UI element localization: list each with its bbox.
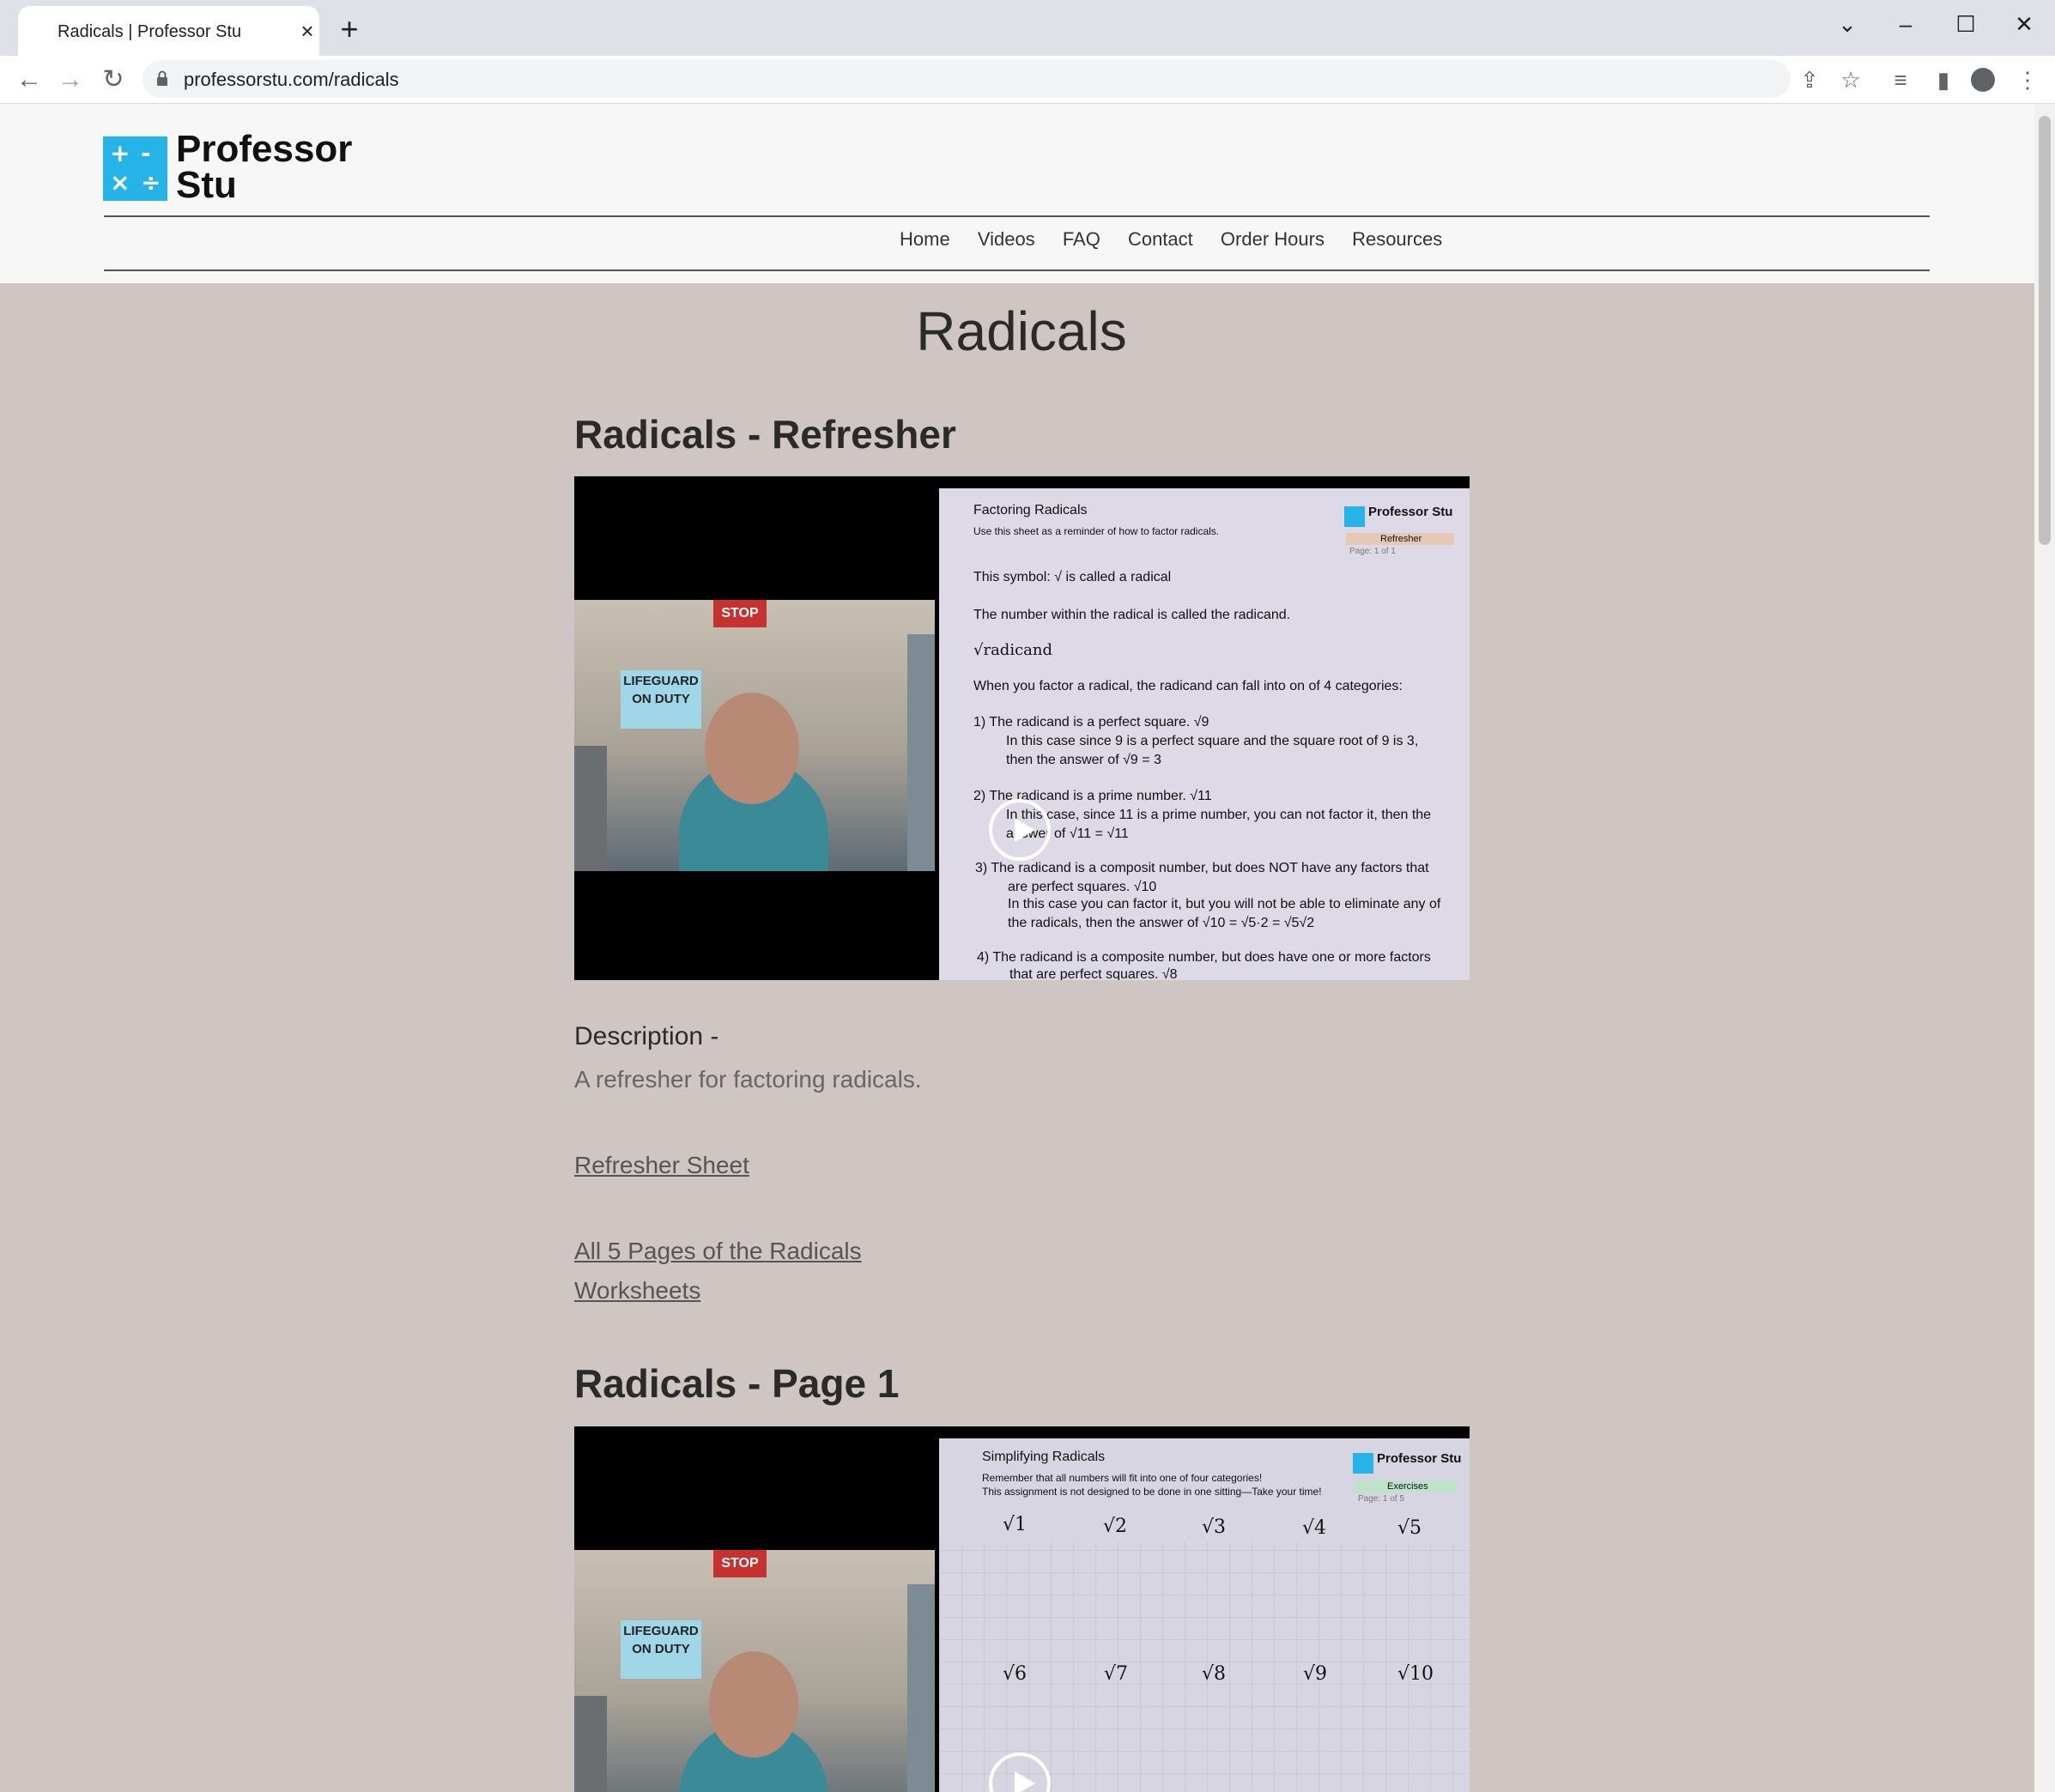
url-text: professorstu.com/radicals: [184, 69, 399, 90]
page-title: Radicals: [916, 300, 1127, 362]
browser-toolbar: ← → ↻ professorstu.com/radicals ⇪ ☆ ≡ ▮ …: [0, 56, 2055, 104]
page-scrollbar[interactable]: [2034, 104, 2055, 1792]
description-label: Description -: [574, 1022, 719, 1050]
tab-title: Radicals | Professor Stu: [58, 22, 242, 41]
share-icon[interactable]: ⇪: [1792, 63, 1827, 97]
tab-close-icon[interactable]: ×: [294, 18, 320, 44]
new-tab-icon[interactable]: +: [335, 14, 364, 45]
sheet-logo-icon: [1344, 506, 1365, 527]
scrollbar-thumb[interactable]: [2039, 116, 2051, 545]
back-icon[interactable]: ←: [12, 63, 46, 97]
web-page: + - × ÷ Professor Stu Home Videos FAQ Co…: [0, 104, 2034, 1792]
refresher-sheet-link[interactable]: Refresher Sheet: [574, 1152, 749, 1179]
play-button-icon[interactable]: [989, 799, 1051, 861]
person-head: [705, 693, 799, 804]
nav-home[interactable]: Home: [900, 228, 950, 251]
description-text: A refresher for factoring radicals.: [574, 1066, 922, 1093]
stop-sign: STOP: [713, 600, 767, 627]
section-heading-page-1: Radicals - Page 1: [574, 1361, 900, 1406]
reload-icon[interactable]: ↻: [96, 63, 130, 97]
profile-avatar-icon[interactable]: [1971, 68, 1995, 92]
browser-tab-bar: Radicals | Professor Stu × + ⌄ – ☐ ✕: [0, 0, 2055, 56]
lock-icon: [157, 70, 167, 86]
browser-tab[interactable]: Radicals | Professor Stu ×: [18, 6, 319, 56]
video-webcam-frame: STOP LIFEGUARD ON DUTY: [574, 1550, 935, 1792]
nav-faq[interactable]: FAQ: [1063, 228, 1100, 251]
maximize-icon[interactable]: ☐: [1942, 7, 1990, 41]
minimize-icon[interactable]: –: [1882, 7, 1930, 41]
section-heading-refresher: Radicals - Refresher: [574, 412, 956, 457]
address-bar[interactable]: professorstu.com/radicals: [142, 60, 1791, 98]
video-webcam-frame: STOP LIFEGUARD ON DUTY: [574, 600, 935, 871]
header-divider-bottom: [104, 269, 1930, 271]
nav-order-hours[interactable]: Order Hours: [1221, 228, 1325, 251]
lifeguard-sign: LIFEGUARD ON DUTY: [621, 670, 701, 729]
logo-icon[interactable]: + - × ÷: [103, 136, 167, 201]
bookmark-star-icon[interactable]: ☆: [1834, 63, 1868, 97]
close-window-icon[interactable]: ✕: [2000, 7, 2048, 41]
nav-videos[interactable]: Videos: [978, 228, 1035, 251]
sheet-logo-icon: [1353, 1453, 1373, 1474]
worksheet-frame: Factoring Radicals Use this sheet as a r…: [939, 488, 1470, 980]
stop-sign: STOP: [713, 1550, 767, 1577]
logo-wordmark[interactable]: Professor Stu: [176, 130, 352, 204]
site-header: + - × ÷ Professor Stu Home Videos FAQ Co…: [0, 104, 2034, 283]
forward-icon[interactable]: →: [53, 63, 88, 97]
side-panel-icon[interactable]: ▮: [1926, 63, 1961, 97]
video-player-refresher[interactable]: STOP LIFEGUARD ON DUTY Factoring Radical…: [574, 476, 1470, 980]
person-head: [709, 1651, 798, 1758]
menu-kebab-icon[interactable]: ⋮: [2010, 63, 2045, 97]
media-control-icon[interactable]: ≡: [1883, 63, 1918, 97]
nav-contact[interactable]: Contact: [1128, 228, 1193, 251]
tab-search-icon[interactable]: ⌄: [1823, 7, 1871, 41]
worksheet-frame: Simplifying Radicals Remember that all n…: [939, 1438, 1470, 1792]
header-divider-top: [104, 215, 1930, 217]
video-player-page-1[interactable]: STOP LIFEGUARD ON DUTY Simplifying Radic…: [574, 1426, 1470, 1792]
lifeguard-sign: LIFEGUARD ON DUTY: [621, 1620, 701, 1679]
all-pages-link[interactable]: All 5 Pages of the Radicals Worksheets: [574, 1238, 862, 1305]
nav-resources[interactable]: Resources: [1352, 228, 1442, 251]
